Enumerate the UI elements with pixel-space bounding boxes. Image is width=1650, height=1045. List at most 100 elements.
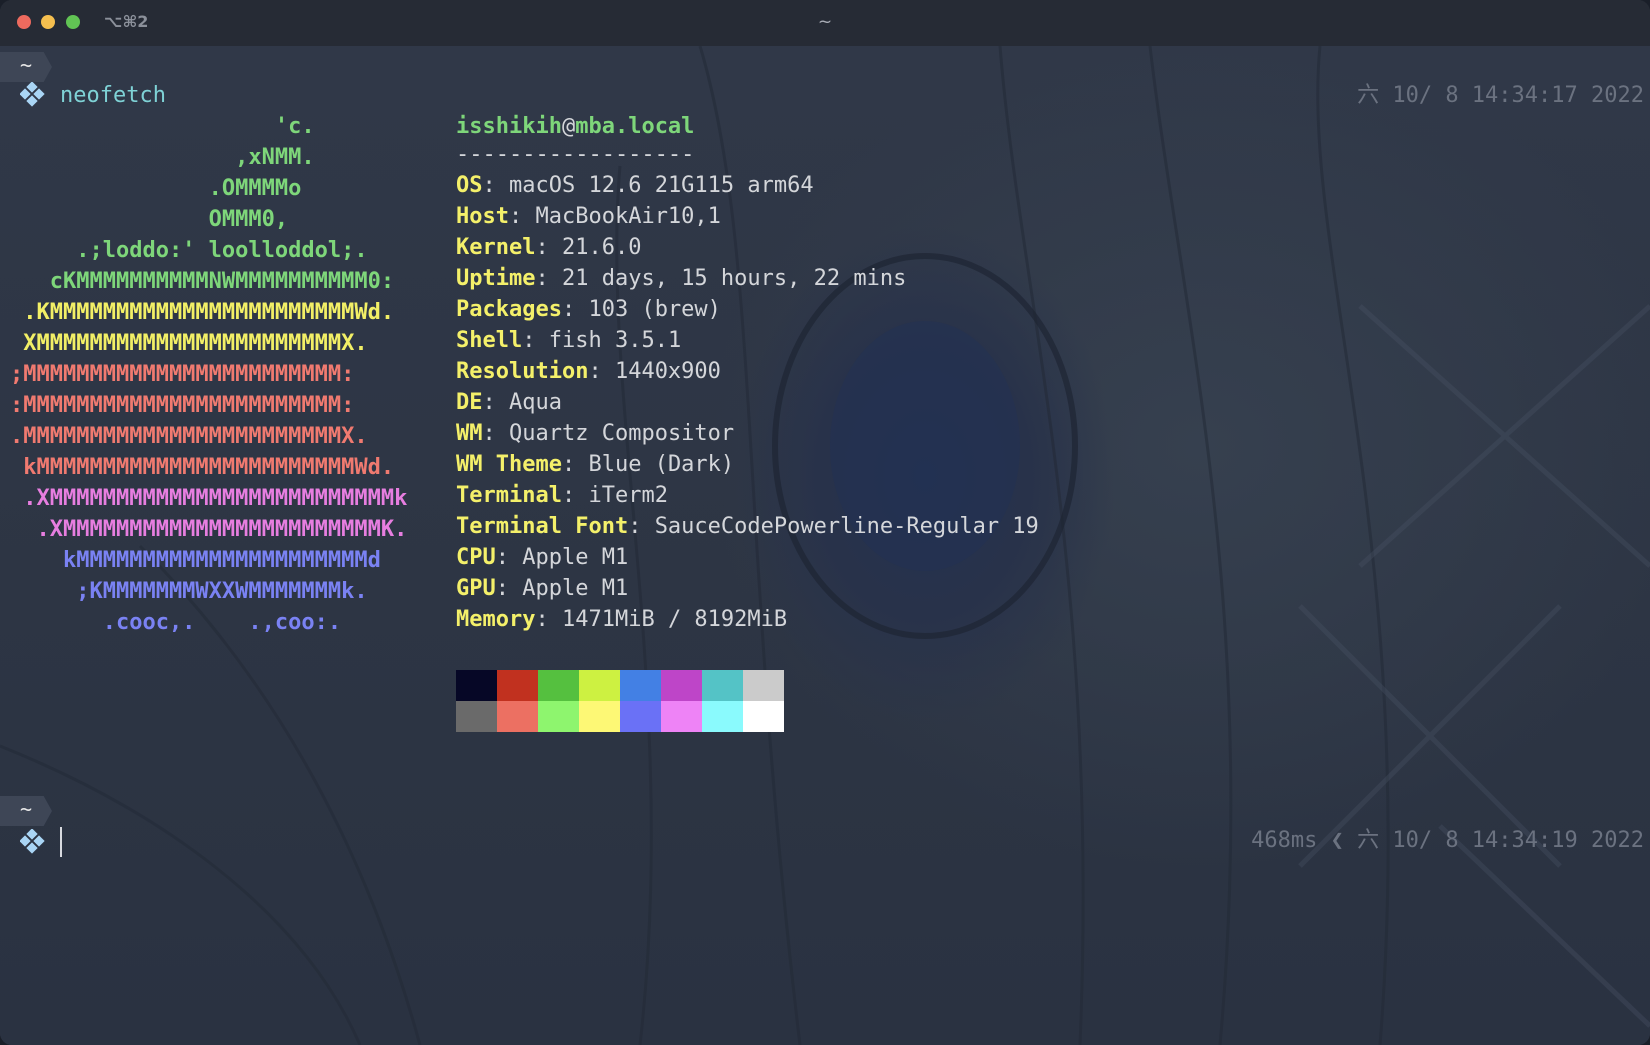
sysinfo-colon: :: [561, 452, 589, 477]
sysinfo-row: Memory: 1471MiB / 8192MiB: [456, 604, 787, 635]
prompt-diamond-icon: [20, 829, 45, 854]
sysinfo-colon: :: [535, 235, 562, 260]
color-swatch-normal: [743, 670, 784, 701]
sysinfo-key: GPU: [456, 576, 496, 601]
color-swatch-bright: [743, 701, 784, 732]
ascii-logo-line: .;loddo:' loolloddol;.: [10, 238, 368, 263]
sysinfo-key: OS: [456, 173, 483, 198]
title-bar[interactable]: ⌥⌘2 ~: [0, 0, 1650, 47]
sysinfo-row: GPU: Apple M1: [456, 573, 628, 604]
sysinfo-colon: :: [561, 483, 589, 508]
color-swatch-bright: [456, 701, 497, 732]
sysinfo-key: Packages: [456, 297, 562, 322]
sysinfo-colon: :: [588, 359, 615, 384]
prompt-diamond-icon: [20, 82, 45, 107]
sysinfo-key: CPU: [456, 545, 496, 570]
ascii-logo-line: .KMMMMMMMMMMMMMMMMMMMMMMMWd.: [10, 300, 395, 325]
color-swatch-bright: [579, 701, 620, 732]
ascii-logo-line: ,xNMM.: [10, 145, 315, 170]
sysinfo-value: 21.6.0: [561, 235, 642, 260]
sysinfo-value: Aqua: [509, 390, 562, 415]
sysinfo-key: Host: [456, 204, 509, 229]
color-swatch-bright: [538, 701, 579, 732]
ascii-logo-line: .MMMMMMMMMMMMMMMMMMMMMMMMX.: [10, 424, 368, 449]
sysinfo-value: MacBookAir10,1: [535, 204, 721, 229]
sysinfo-value: Quartz Compositor: [509, 421, 735, 446]
sysinfo-colon: :: [522, 328, 549, 353]
sysinfo-row: Shell: fish 3.5.1: [456, 325, 681, 356]
color-palette: [456, 670, 784, 732]
sysinfo-row: Uptime: 21 days, 15 hours, 22 mins: [456, 263, 906, 294]
prompt-timestamp: 六 10/ 8 14:34:19 2022: [1357, 828, 1644, 853]
sysinfo-row: OS: macOS 12.6 21G115 arm64: [456, 170, 814, 201]
user-host-line: isshikih@mba.local: [456, 111, 694, 142]
terminal-content[interactable]: ~ neofetch 六 10/ 8 14:34:17 2022 'c. ,xN…: [0, 46, 1650, 1045]
sysinfo-row: WM Theme: Blue (Dark): [456, 449, 734, 480]
command-duration: 468ms: [1251, 828, 1318, 853]
color-swatch-normal: [579, 670, 620, 701]
sysinfo-key: DE: [456, 390, 483, 415]
ascii-logo-line: ;MMMMMMMMMMMMMMMMMMMMMMMM:: [10, 362, 355, 387]
sysinfo-key: Uptime: [456, 266, 536, 291]
ascii-logo-line: .OMMMMo: [10, 176, 302, 201]
text-cursor[interactable]: [60, 827, 62, 857]
sysinfo-key: Kernel: [456, 235, 536, 260]
sysinfo-colon: :: [535, 266, 562, 291]
sysinfo-colon: :: [628, 514, 655, 539]
sysinfo-value: SauceCodePowerline-Regular 19: [654, 514, 1039, 539]
sysinfo-value: 103 (brew): [588, 297, 721, 322]
ascii-logo-line: .XMMMMMMMMMMMMMMMMMMMMMMMMMMk: [10, 486, 408, 511]
color-swatch-bright: [702, 701, 743, 732]
sysinfo-colon: :: [482, 390, 509, 415]
sysinfo-colon: :: [482, 173, 509, 198]
cwd-label: ~: [20, 797, 33, 821]
sysinfo-colon: :: [508, 204, 536, 229]
sysinfo-row: Kernel: 21.6.0: [456, 232, 641, 263]
ascii-logo-line: kMMMMMMMMMMMMMMMMMMMMMMMMWd.: [10, 455, 395, 480]
sysinfo-row: DE: Aqua: [456, 387, 562, 418]
sysinfo-row: CPU: Apple M1: [456, 542, 628, 573]
sysinfo-key: Resolution: [456, 359, 589, 384]
cwd-segment: ~: [0, 52, 52, 82]
sysinfo-colon: :: [561, 297, 589, 322]
username: isshikih: [456, 114, 562, 139]
color-swatch-normal: [497, 670, 538, 701]
sysinfo-row: WM: Quartz Compositor: [456, 418, 734, 449]
sysinfo-key: Memory: [456, 607, 536, 632]
command-text: neofetch: [60, 83, 166, 108]
sysinfo-key: WM Theme: [456, 452, 562, 477]
sysinfo-row: Packages: 103 (brew): [456, 294, 721, 325]
ascii-logo-line: ;KMMMMMMMWXXWMMMMMMMk.: [10, 579, 368, 604]
chevron-left-icon: ❮: [1330, 828, 1344, 853]
sysinfo-key: Terminal Font: [456, 514, 629, 539]
ascii-logo-line: 'c.: [10, 114, 315, 139]
sysinfo-row: Terminal Font: SauceCodePowerline-Regula…: [456, 511, 1039, 542]
color-swatch-bright: [620, 701, 661, 732]
sysinfo-colon: :: [482, 421, 509, 446]
sysinfo-key: WM: [456, 421, 483, 446]
sysinfo-value: 1471MiB / 8192MiB: [561, 607, 788, 632]
sysinfo-value: macOS 12.6 21G115 arm64: [509, 173, 814, 198]
sysinfo-value: Blue (Dark): [588, 452, 735, 477]
sysinfo-row: Resolution: 1440x900: [456, 356, 721, 387]
ascii-logo-line: XMMMMMMMMMMMMMMMMMMMMMMMX.: [10, 331, 368, 356]
ascii-logo-line: OMMM0,: [10, 207, 289, 232]
separator-line: ------------------: [456, 142, 695, 167]
color-swatch-normal: [456, 670, 497, 701]
cwd-label: ~: [20, 53, 33, 77]
sysinfo-value: 1440x900: [614, 359, 721, 384]
sysinfo-key: Shell: [456, 328, 523, 353]
ascii-logo-line: kMMMMMMMMMMMMMMMMMMMMMMd: [10, 548, 381, 573]
at-sign: @: [561, 114, 576, 139]
right-prompt: 468ms ❮ 六 10/ 8 14:34:19 2022: [1251, 825, 1644, 856]
color-swatch-normal: [538, 670, 579, 701]
sysinfo-colon: :: [495, 545, 523, 570]
ascii-logo-line: :MMMMMMMMMMMMMMMMMMMMMMMM:: [10, 393, 355, 418]
sysinfo-colon: :: [535, 607, 562, 632]
cwd-segment: ~: [0, 796, 52, 826]
hostname: mba.local: [575, 114, 695, 139]
color-swatch-normal: [620, 670, 661, 701]
ascii-logo-line: cKMMMMMMMMMMNWMMMMMMMMMM0:: [10, 269, 395, 294]
prompt-timestamp: 六 10/ 8 14:34:17 2022: [1357, 83, 1644, 108]
color-swatch-normal: [661, 670, 702, 701]
